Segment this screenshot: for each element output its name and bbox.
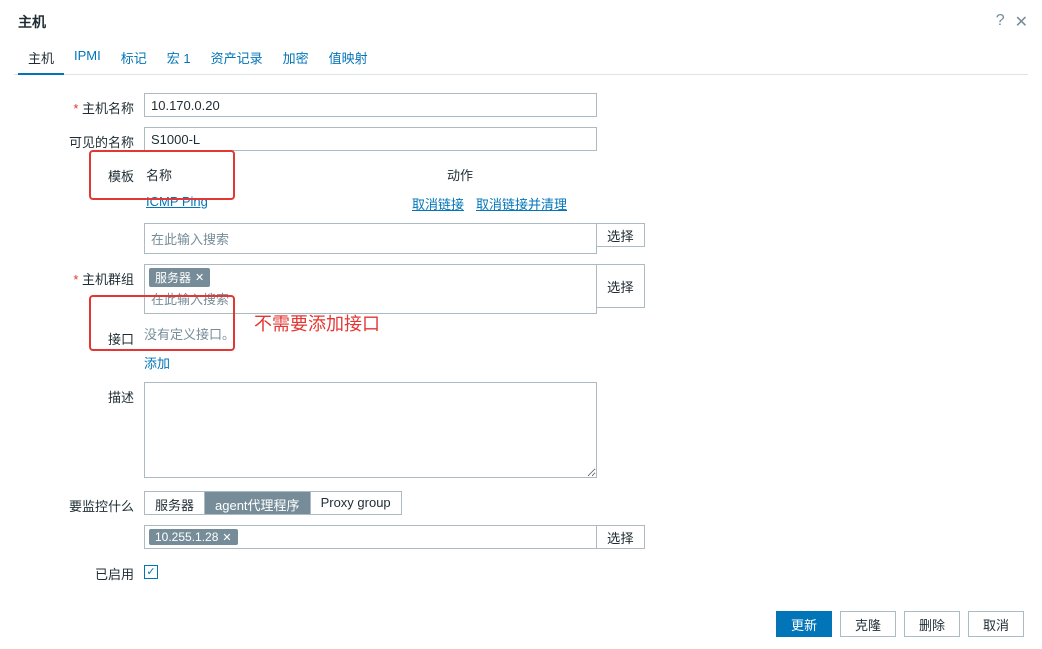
label-interface: 接口 bbox=[14, 324, 144, 348]
template-link[interactable]: ICMP Ping bbox=[146, 194, 208, 209]
proxy-tag-label: 10.255.1.28 bbox=[155, 530, 218, 544]
label-hostname: 主机名称 bbox=[14, 93, 144, 117]
label-visible: 可见的名称 bbox=[14, 127, 144, 151]
groups-select-button[interactable]: 选择 bbox=[597, 264, 645, 308]
group-tag-label: 服务器 bbox=[155, 269, 191, 286]
tpl-col-action: 动作 bbox=[447, 165, 567, 184]
tab-tags[interactable]: 标记 bbox=[111, 42, 157, 74]
tab-host[interactable]: 主机 bbox=[18, 42, 64, 75]
annotation-text: 不需要添加接口 bbox=[254, 310, 380, 336]
proxy-select-button[interactable]: 选择 bbox=[597, 525, 645, 549]
groups-search-placeholder: 在此输入搜索 bbox=[149, 287, 592, 310]
template-unlink-clear[interactable]: 取消链接并清理 bbox=[476, 194, 567, 213]
description-textarea[interactable] bbox=[144, 382, 597, 478]
visible-name-input[interactable] bbox=[144, 127, 597, 151]
cancel-button[interactable]: 取消 bbox=[968, 611, 1024, 637]
interface-none-text: 没有定义接口。 bbox=[144, 324, 235, 343]
group-tag[interactable]: 服务器 ✕ bbox=[149, 268, 210, 287]
enabled-checkbox[interactable]: ✓ bbox=[144, 565, 158, 579]
label-groups: 主机群组 bbox=[14, 264, 144, 288]
label-templates: 模板 bbox=[14, 161, 144, 185]
monitor-segmented: 服务器 agent代理程序 Proxy group bbox=[144, 491, 402, 515]
label-proxy-empty bbox=[14, 525, 144, 530]
group-tag-remove-icon[interactable]: ✕ bbox=[195, 271, 204, 284]
tabs-bar: 主机 IPMI 标记 宏 1 资产记录 加密 值映射 bbox=[14, 42, 1028, 75]
interface-add-link[interactable]: 添加 bbox=[144, 356, 170, 371]
monitor-opt-agent[interactable]: agent代理程序 bbox=[205, 492, 311, 514]
clone-button[interactable]: 克隆 bbox=[840, 611, 896, 637]
close-icon[interactable]: ✕ bbox=[1015, 12, 1028, 32]
tab-valuemap[interactable]: 值映射 bbox=[319, 42, 378, 74]
proxy-box[interactable]: 10.255.1.28 ✕ bbox=[144, 525, 597, 549]
template-search-placeholder: 在此输入搜索 bbox=[149, 227, 592, 250]
label-monitor: 要监控什么 bbox=[14, 491, 144, 515]
tab-inventory[interactable]: 资产记录 bbox=[201, 42, 273, 74]
help-icon[interactable]: ? bbox=[996, 12, 1005, 32]
update-button[interactable]: 更新 bbox=[776, 611, 832, 637]
tpl-col-name: 名称 bbox=[146, 165, 447, 184]
groups-box[interactable]: 服务器 ✕ 在此输入搜索 bbox=[144, 264, 597, 314]
hostname-input[interactable] bbox=[144, 93, 597, 117]
delete-button[interactable]: 删除 bbox=[904, 611, 960, 637]
tab-macros[interactable]: 宏 1 bbox=[157, 42, 201, 74]
label-description: 描述 bbox=[14, 382, 144, 406]
dialog-title: 主机 bbox=[18, 12, 46, 32]
template-search-box[interactable]: 在此输入搜索 bbox=[144, 223, 597, 254]
tab-ipmi[interactable]: IPMI bbox=[64, 42, 111, 74]
tab-encryption[interactable]: 加密 bbox=[273, 42, 319, 74]
template-select-button[interactable]: 选择 bbox=[597, 223, 645, 247]
monitor-opt-server[interactable]: 服务器 bbox=[145, 492, 205, 514]
label-enabled: 已启用 bbox=[14, 559, 144, 583]
monitor-opt-proxygroup[interactable]: Proxy group bbox=[311, 492, 401, 514]
proxy-tag-remove-icon[interactable]: ✕ bbox=[222, 531, 231, 544]
template-unlink[interactable]: 取消链接 bbox=[412, 194, 464, 213]
proxy-tag[interactable]: 10.255.1.28 ✕ bbox=[149, 529, 238, 545]
